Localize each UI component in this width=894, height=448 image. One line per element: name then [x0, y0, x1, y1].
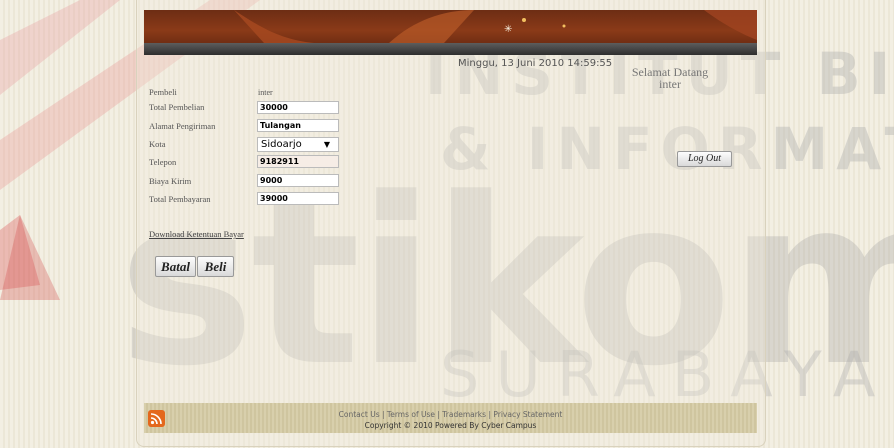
banner-band — [144, 43, 757, 55]
welcome-username: inter — [659, 77, 681, 91]
total-pembayaran-field[interactable]: 39000 — [257, 192, 339, 205]
batal-button[interactable]: Batal — [155, 256, 196, 277]
kota-label: Kota — [149, 139, 166, 149]
pembeli-label: Pembeli — [149, 87, 177, 97]
header-banner: ✳ — [144, 10, 757, 55]
footer-copyright: Copyright © 2010 Powered By Cyber Campus — [364, 421, 537, 430]
telepon-field[interactable]: 9182911 — [257, 155, 339, 168]
total-pembelian-field[interactable]: 30000 — [257, 101, 339, 114]
telepon-label: Telepon — [149, 157, 177, 167]
chevron-down-icon: ▼ — [323, 140, 330, 149]
alamat-pengiriman-label: Alamat Pengiriman — [149, 121, 216, 131]
beli-button[interactable]: Beli — [197, 256, 234, 277]
datetime-display: Minggu, 13 Juni 2010 14:59:55 — [458, 58, 613, 69]
kota-selected-value: Sidoarjo — [261, 139, 302, 150]
footer: Contact Us | Terms of Use | Trademarks |… — [144, 403, 757, 433]
svg-text:✳: ✳ — [504, 24, 512, 35]
pembeli-value: inter — [258, 88, 273, 97]
alamat-pengiriman-field[interactable]: Tulangan — [257, 119, 339, 132]
total-pembayaran-label: Total Pembayaran — [149, 194, 211, 204]
download-ketentuan-link[interactable]: Download Ketentuan Bayar — [149, 229, 244, 239]
biaya-kirim-label: Biaya Kirim — [149, 176, 192, 186]
biaya-kirim-field[interactable]: 9000 — [257, 174, 339, 187]
footer-links[interactable]: Contact Us | Terms of Use | Trademarks |… — [144, 410, 757, 419]
kota-select[interactable]: Sidoarjo ▼ — [257, 137, 339, 152]
total-pembelian-label: Total Pembelian — [149, 102, 205, 112]
logout-button[interactable]: Log Out — [677, 151, 732, 167]
welcome-message: Selamat Datang inter — [620, 66, 720, 90]
